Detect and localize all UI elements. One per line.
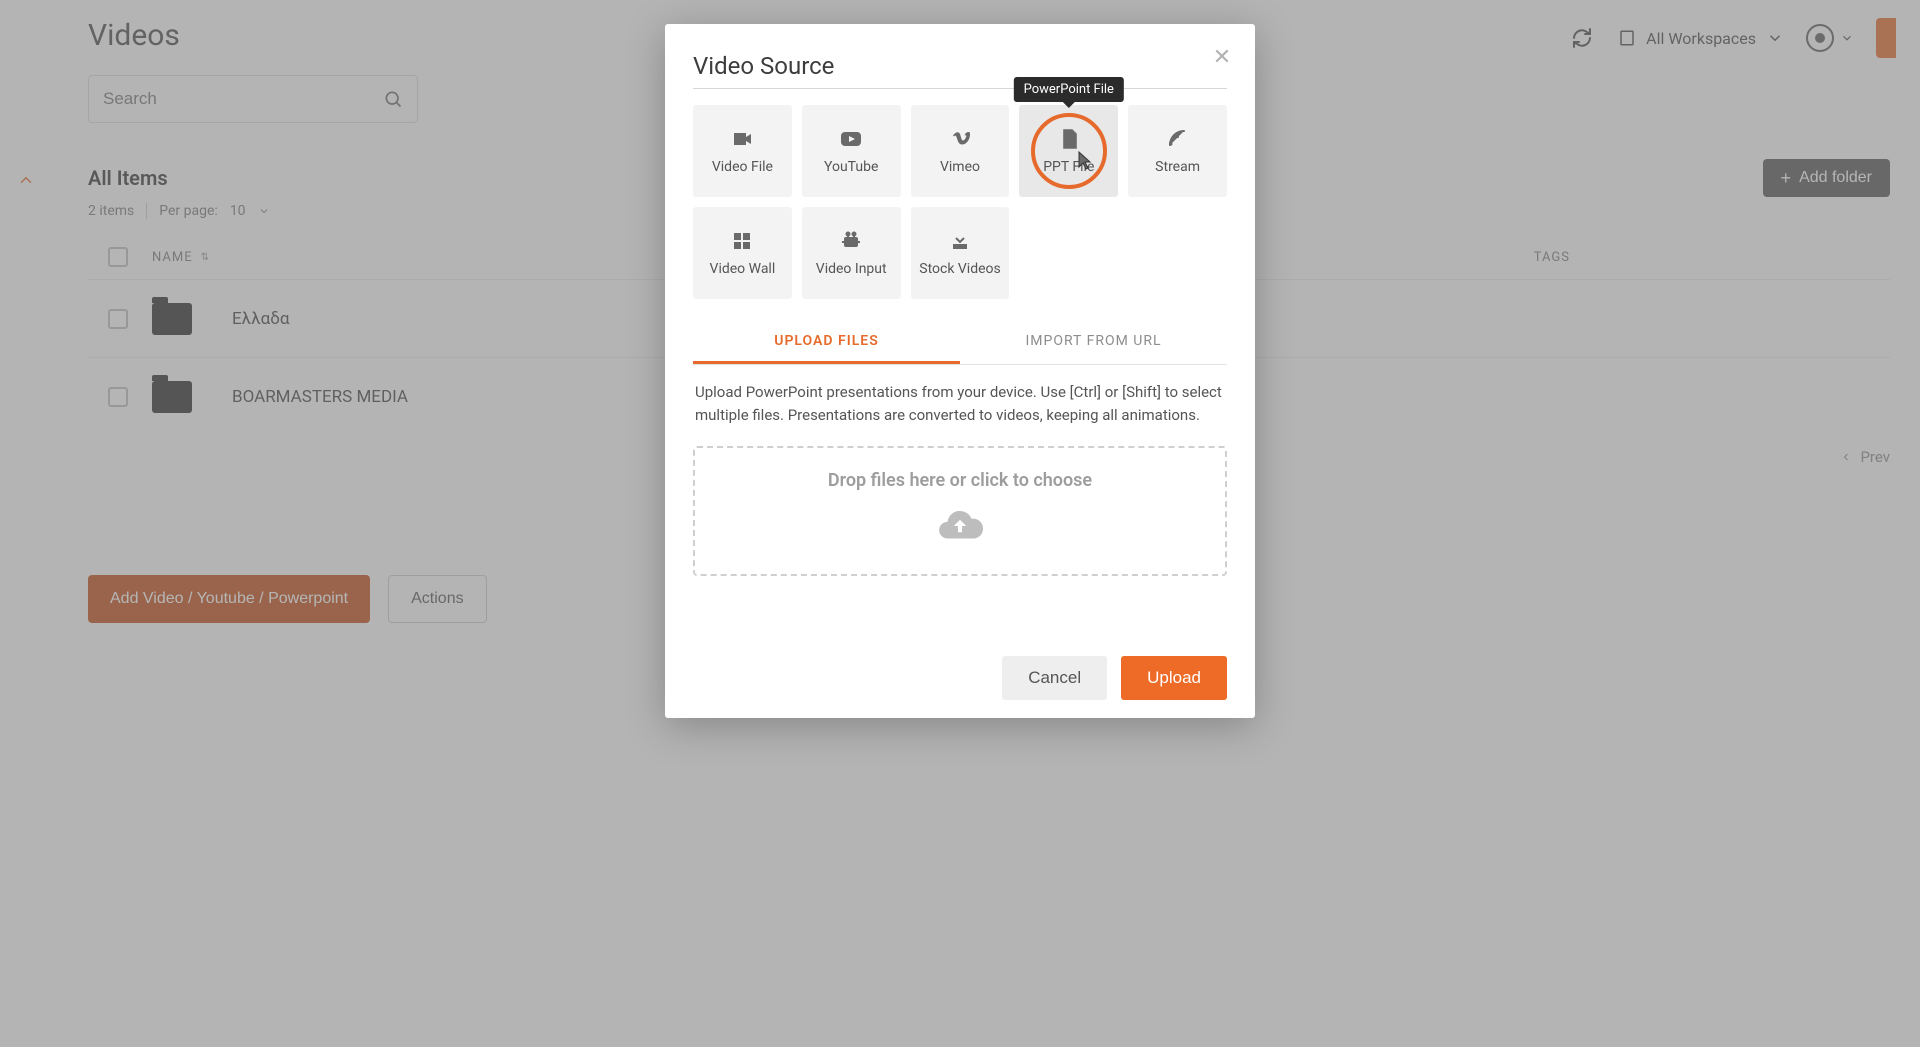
youtube-icon [837,127,865,151]
modal-footer: Cancel Upload [665,656,1255,700]
source-label: Stock Videos [919,261,1000,277]
upload-tabs: UPLOAD FILES IMPORT FROM URL [693,321,1227,365]
modal-overlay[interactable]: ✕ Video Source Video File YouTube [0,0,1920,1047]
upload-description: Upload PowerPoint presentations from you… [695,381,1225,428]
source-label: YouTube [824,159,878,175]
source-label: Video Input [816,261,887,277]
tooltip: PowerPoint File [1014,77,1124,102]
vimeo-icon [946,127,974,151]
tab-import-from-url[interactable]: IMPORT FROM URL [960,321,1227,364]
cloud-upload-icon [928,501,992,551]
close-icon: ✕ [1213,45,1231,70]
source-video-input[interactable]: Video Input [802,207,901,299]
source-label: Video Wall [710,261,776,277]
cancel-button[interactable]: Cancel [1002,656,1107,700]
stock-videos-icon [946,229,974,253]
tab-upload-files[interactable]: UPLOAD FILES [693,321,960,364]
close-button[interactable]: ✕ [1207,42,1237,72]
highlight-ring [1031,113,1107,189]
source-label: Stream [1155,159,1200,175]
upload-button[interactable]: Upload [1121,656,1227,700]
source-grid: Video File YouTube Vimeo PowerPoint Fil [693,105,1227,299]
source-label: Video File [712,159,773,175]
source-video-wall[interactable]: Video Wall [693,207,792,299]
modal-title: Video Source [693,52,1227,89]
source-stock-videos[interactable]: Stock Videos [911,207,1010,299]
ppt-file-icon: P [1055,127,1083,151]
source-youtube[interactable]: YouTube [802,105,901,197]
svg-text:P: P [1067,137,1072,145]
stream-icon [1164,127,1192,151]
video-source-modal: ✕ Video Source Video File YouTube [665,24,1255,718]
source-label: Vimeo [940,159,980,175]
dropzone[interactable]: Drop files here or click to choose [693,446,1227,576]
source-video-file[interactable]: Video File [693,105,792,197]
source-vimeo[interactable]: Vimeo [911,105,1010,197]
video-input-icon [837,229,865,253]
source-ppt-file[interactable]: PowerPoint File P PPT File [1019,105,1118,197]
video-wall-icon [728,229,756,253]
video-file-icon [728,127,756,151]
source-label: PPT File [1043,159,1094,175]
dropzone-label: Drop files here or click to choose [828,470,1092,491]
source-stream[interactable]: Stream [1128,105,1227,197]
